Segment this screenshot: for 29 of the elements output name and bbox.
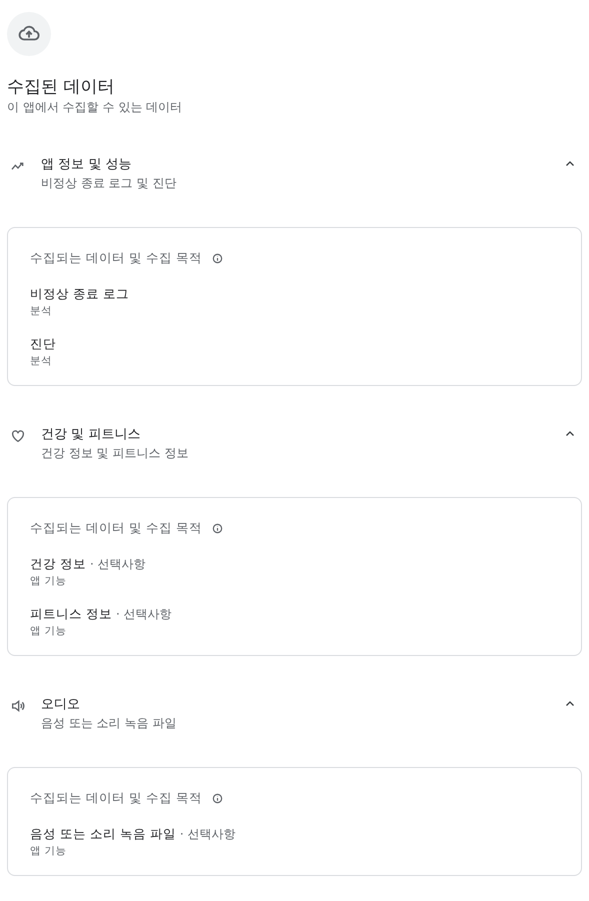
section-title: 오디오 (41, 696, 81, 714)
data-type-name: 음성 또는 소리 녹음 파일 (30, 825, 176, 843)
section-summary: 음성 또는 소리 녹음 파일 (41, 715, 178, 732)
data-type-name: 피트니스 정보 (30, 605, 112, 623)
info-icon[interactable] (212, 523, 223, 534)
purpose-text: 분석 (30, 304, 53, 319)
card-heading: 수집되는 데이터 및 수집 목적 (30, 790, 202, 807)
page-title: 수집된 데이터 (7, 76, 116, 98)
speaker-icon (10, 698, 26, 714)
optional-label: · 선택사항 (90, 556, 146, 573)
card-heading: 수집되는 데이터 및 수집 목적 (30, 250, 202, 267)
section-summary: 건강 정보 및 피트니스 정보 (41, 445, 190, 462)
purpose-text: 앱 기능 (30, 624, 68, 639)
page-subtitle: 이 앱에서 수집할 수 있는 데이터 (7, 99, 184, 116)
data-type-name: 비정상 종료 로그 (30, 285, 129, 303)
section-title: 건강 및 피트니스 (41, 426, 142, 444)
optional-label: · 선택사항 (116, 606, 172, 623)
data-type-name: 건강 정보 (30, 555, 86, 573)
purpose-text: 앱 기능 (30, 844, 68, 859)
optional-label: · 선택사항 (180, 826, 236, 843)
info-icon[interactable] (212, 793, 223, 804)
purpose-text: 앱 기능 (30, 574, 68, 589)
data-type-name: 진단 (30, 335, 56, 353)
section-summary: 비정상 종료 로그 및 진단 (41, 175, 178, 192)
heart-icon (10, 428, 26, 444)
section-title: 앱 정보 및 성능 (41, 156, 132, 174)
card-heading: 수집되는 데이터 및 수집 목적 (30, 520, 202, 537)
purpose-text: 분석 (30, 354, 53, 369)
info-icon[interactable] (212, 253, 223, 264)
